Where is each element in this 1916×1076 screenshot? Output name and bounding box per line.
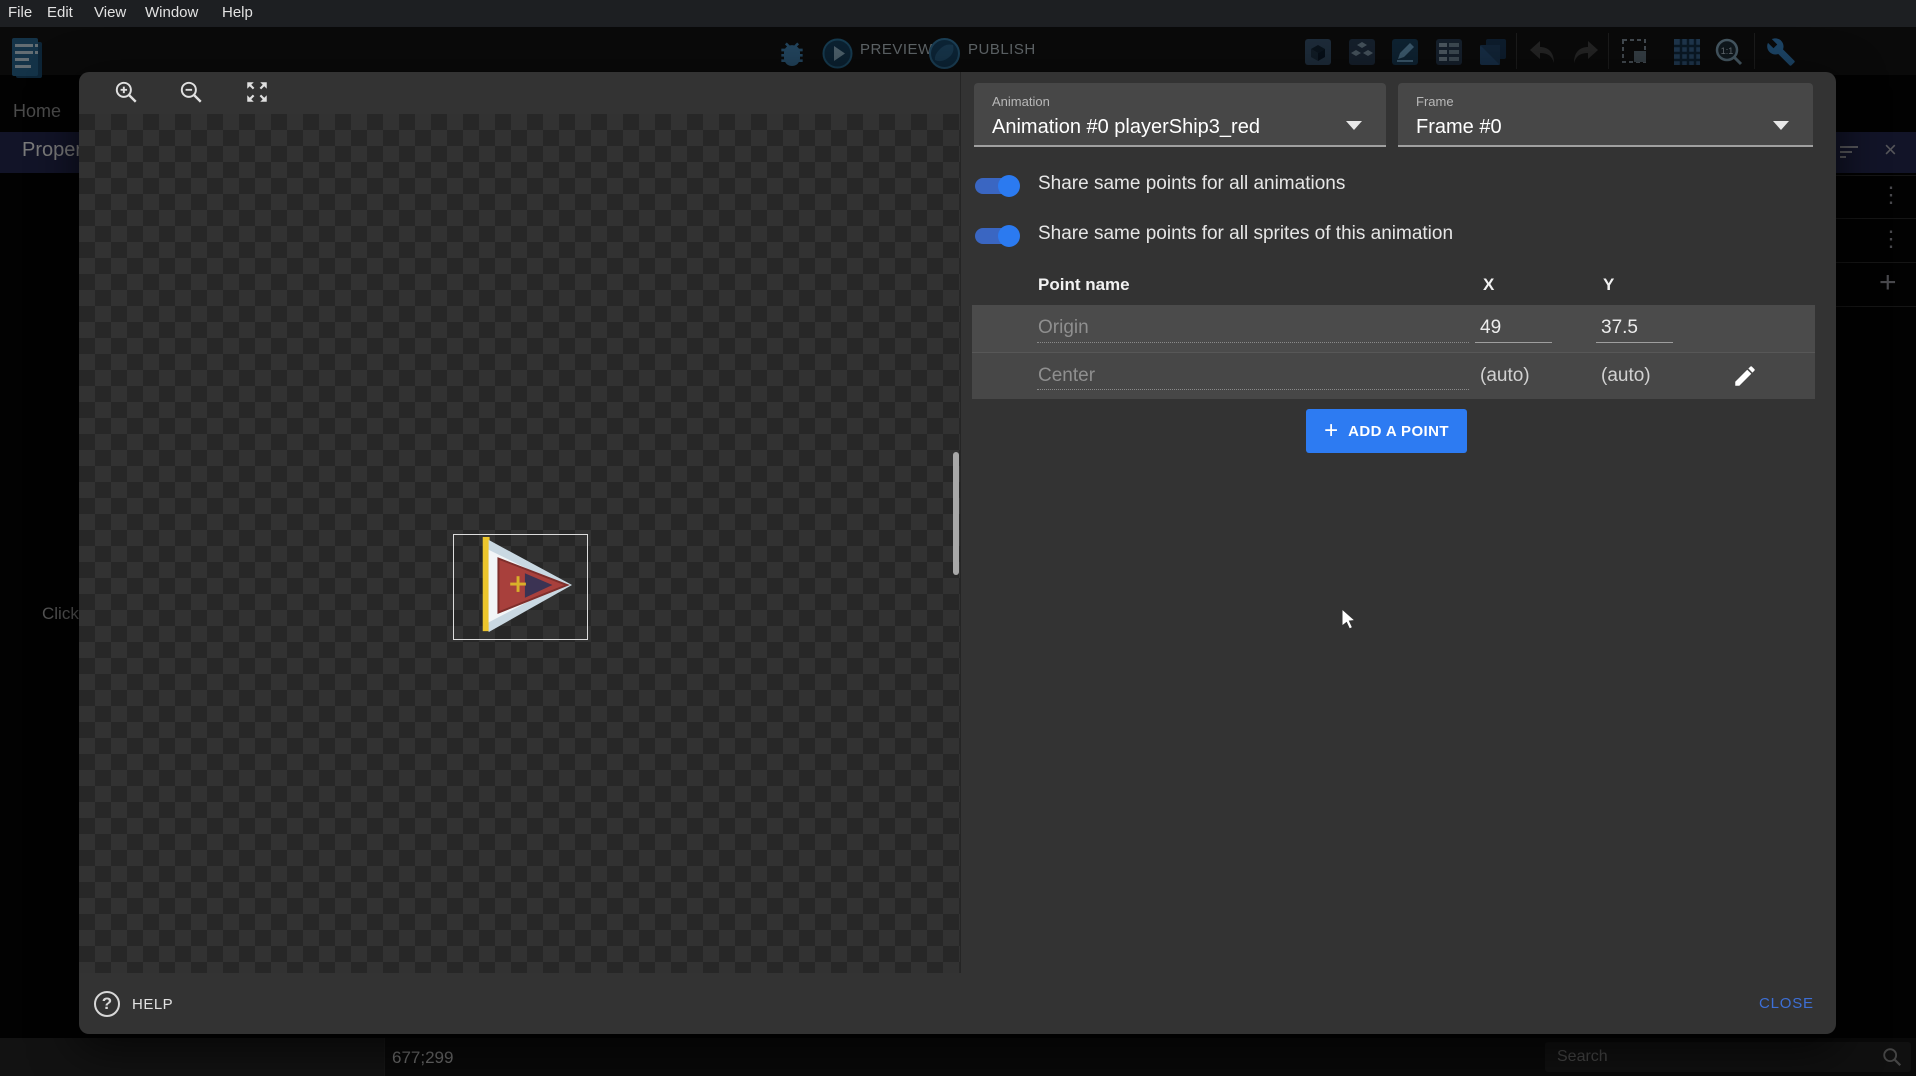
sprite-canvas[interactable] [79, 114, 961, 973]
point-y-field[interactable]: 37.5 [1601, 317, 1638, 339]
zoom-out-icon[interactable] [178, 79, 204, 105]
toggle-label: Share same points for all sprites of thi… [1038, 223, 1453, 245]
column-header-x: X [1483, 275, 1494, 295]
animation-select-label: Animation [992, 94, 1386, 109]
menu-window[interactable]: Window [145, 4, 198, 21]
zoom-in-icon[interactable] [113, 79, 139, 105]
frame-select-label: Frame [1416, 94, 1813, 109]
frame-select-value: Frame #0 [1416, 116, 1813, 139]
mouse-cursor [1341, 608, 1358, 632]
table-row-center: Center (auto) (auto) [972, 352, 1815, 399]
point-x-field[interactable]: 49 [1480, 317, 1501, 339]
menu-file[interactable]: File [8, 4, 32, 21]
fit-to-screen-icon[interactable] [244, 79, 270, 105]
point-name-field[interactable]: Center [1038, 365, 1095, 387]
share-points-all-animations-toggle[interactable] [975, 178, 1015, 194]
frame-select[interactable]: Frame Frame #0 [1398, 83, 1813, 147]
field-underline [1037, 389, 1469, 390]
point-y-field[interactable]: (auto) [1601, 365, 1651, 387]
point-name-field[interactable]: Origin [1038, 317, 1089, 339]
menu-edit[interactable]: Edit [47, 4, 73, 21]
column-header-name: Point name [1038, 275, 1130, 295]
point-x-field[interactable]: (auto) [1480, 365, 1530, 387]
help-label: HELP [132, 996, 173, 1013]
close-button[interactable]: CLOSE [1749, 987, 1824, 1020]
help-button[interactable]: ? HELP [94, 985, 254, 1023]
add-a-point-button[interactable]: + ADD A POINT [1306, 409, 1467, 453]
sprite-bounding-box[interactable] [453, 534, 588, 640]
canvas-scrollbar[interactable] [953, 452, 959, 575]
plus-icon: + [1324, 419, 1338, 443]
edit-point-icon[interactable] [1732, 363, 1758, 389]
ship-yellow-stripe [483, 537, 490, 631]
field-underline [1037, 342, 1469, 343]
player-ship-sprite [454, 535, 587, 639]
animation-select[interactable]: Animation Animation #0 playerShip3_red [974, 83, 1386, 147]
animation-select-value: Animation #0 playerShip3_red [992, 116, 1386, 139]
app-window: File Edit View Window Help PREVIEW PUBL [0, 0, 1916, 1076]
edit-points-dialog: Animation Animation #0 playerShip3_red F… [79, 72, 1836, 1034]
field-underline [1596, 342, 1673, 343]
menu-view[interactable]: View [94, 4, 126, 21]
chevron-down-icon [1346, 121, 1362, 130]
add-a-point-label: ADD A POINT [1348, 423, 1449, 440]
chevron-down-icon [1773, 121, 1789, 130]
table-row-origin: Origin 49 37.5 [972, 305, 1815, 352]
toggle-label: Share same points for all animations [1038, 173, 1345, 195]
column-header-y: Y [1603, 275, 1614, 295]
share-points-all-sprites-toggle[interactable] [975, 228, 1015, 244]
menu-bar: File Edit View Window Help [0, 0, 1916, 27]
help-icon: ? [94, 991, 120, 1017]
field-underline [1475, 342, 1552, 343]
menu-help[interactable]: Help [222, 4, 253, 21]
panel-divider [960, 72, 961, 973]
